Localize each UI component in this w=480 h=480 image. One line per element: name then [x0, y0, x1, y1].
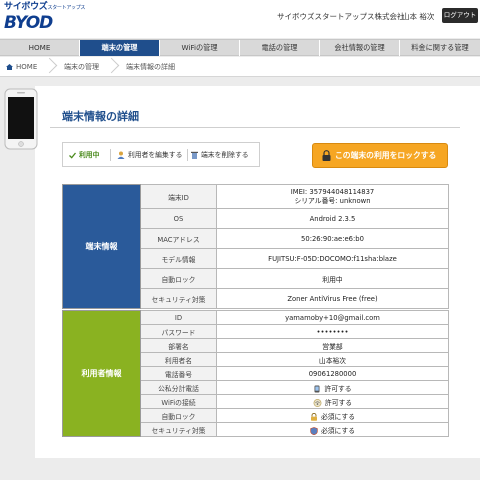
delete-device-link[interactable]: 端末を削除する	[191, 149, 249, 159]
delete-icon	[191, 151, 198, 159]
user-name[interactable]: 山本 裕次	[402, 11, 434, 22]
security-required-label: 必須にする	[320, 426, 356, 435]
nav-item-company[interactable]: 会社情報の管理	[320, 40, 400, 56]
row-label: WiFiの接続	[140, 394, 217, 409]
breadcrumb-separator	[44, 57, 52, 77]
table-row: 利用者情報 ID yamamoby+10@gmail.com	[62, 310, 449, 437]
user-section-header: 利用者情報	[62, 310, 141, 437]
security-value: Zoner AntiVirus Free (free)	[216, 288, 449, 309]
title-divider	[50, 127, 460, 128]
wifi-value: 許可する	[216, 394, 449, 409]
serial-value: シリアル番号: unknown	[294, 196, 371, 205]
lock-button-label: この端末の利用をロックする	[335, 151, 437, 160]
logout-button[interactable]: ログアウト	[442, 8, 478, 23]
status-indicator: 利用中	[69, 149, 99, 159]
breadcrumb-devices[interactable]: 端末の管理	[64, 57, 99, 77]
action-bar: 利用中 利用者を編集する 端末を削除する	[62, 142, 260, 167]
password-value: ••••••••	[216, 324, 449, 339]
split-billing-label: 許可する	[324, 384, 352, 393]
row-label: 部署名	[140, 338, 217, 353]
user-info-table: 利用者情報 ID yamamoby+10@gmail.com パスワード •••…	[62, 310, 449, 437]
user-edit-icon	[117, 151, 125, 159]
nav-item-home[interactable]: HOME	[0, 40, 80, 56]
imei-value: IMEI: 357944048114837	[290, 188, 375, 196]
status-label: 利用中	[79, 151, 100, 159]
mac-value: 50:26:90:ae:e6:b0	[216, 228, 449, 249]
row-label: MACアドレス	[140, 228, 217, 249]
shield-icon	[310, 426, 318, 435]
auto-lock-value: 利用中	[216, 268, 449, 289]
breadcrumb: HOME 端末の管理 端末情報の詳細	[0, 57, 480, 77]
nav-item-devices[interactable]: 端末の管理	[80, 40, 160, 56]
logo-top-text: サイボウズ	[4, 2, 48, 12]
row-label: セキュリティ対策	[140, 422, 217, 437]
main-nav: HOME 端末の管理 WiFiの管理 電話の管理 会社情報の管理 料金に関する管…	[0, 39, 480, 56]
smartphone-icon	[4, 88, 38, 150]
auto-lock-required-value: 必須にする	[216, 408, 449, 423]
company-name: サイボウズスタートアップス株式会社	[277, 12, 405, 21]
department-value: 営業部	[216, 338, 449, 353]
row-label: 利用者名	[140, 352, 217, 367]
lock-icon	[310, 412, 317, 421]
row-label: 自動ロック	[140, 268, 217, 289]
row-label: 端末ID	[140, 184, 217, 209]
action-separator	[110, 149, 111, 161]
device-section-header: 端末情報	[62, 184, 141, 309]
nav-item-phone[interactable]: 電話の管理	[240, 40, 320, 56]
action-separator	[187, 149, 188, 161]
delete-device-label: 端末を削除する	[201, 151, 249, 159]
row-label: セキュリティ対策	[140, 288, 217, 309]
table-row: 端末情報 端末ID IMEI: 357944048114837 シリアル番号: …	[62, 184, 449, 309]
row-label: 自動ロック	[140, 408, 217, 423]
row-label: パスワード	[140, 324, 217, 339]
edit-user-label: 利用者を編集する	[128, 151, 183, 159]
breadcrumb-current: 端末情報の詳細	[126, 63, 175, 71]
wifi-label: 許可する	[324, 398, 353, 407]
row-label: モデル情報	[140, 248, 217, 269]
lock-icon	[322, 150, 331, 161]
logo-bottom-text: BYOD	[4, 13, 53, 33]
row-label: 公私分計電話	[140, 380, 217, 395]
breadcrumb-separator	[106, 57, 114, 77]
device-id-value: IMEI: 357944048114837 シリアル番号: unknown	[216, 184, 449, 209]
auto-lock-required-label: 必須にする	[320, 412, 356, 421]
wifi-icon	[313, 398, 322, 407]
split-billing-value: 許可する	[216, 380, 449, 395]
phone-number-value: 09061280000	[216, 366, 449, 381]
check-icon	[69, 152, 76, 159]
device-info-table: 端末情報 端末ID IMEI: 357944048114837 シリアル番号: …	[62, 184, 449, 309]
row-label: 電話番号	[140, 366, 217, 381]
row-label: ID	[140, 310, 217, 325]
breadcrumb-home[interactable]: HOME	[16, 57, 37, 77]
logo-small-text: スタートアップス	[47, 5, 86, 11]
phone-icon	[314, 385, 320, 392]
nav-item-billing[interactable]: 料金に関する管理	[400, 40, 480, 56]
home-icon	[6, 64, 13, 70]
security-required-value: 必須にする	[216, 422, 449, 437]
model-value: FUJITSU:F-05D:DOCOMO:f11sha:blaze	[216, 248, 449, 269]
header: サイボウズスタートアップス BYOD サイボウズスタートアップス株式会社 山本 …	[0, 0, 480, 38]
edit-user-link[interactable]: 利用者を編集する	[117, 149, 182, 159]
user-name-value: 山本裕次	[216, 352, 449, 367]
byod-logo[interactable]: サイボウズスタートアップス BYOD	[4, 2, 85, 34]
page-title: 端末情報の詳細	[62, 110, 139, 123]
row-label: OS	[140, 208, 217, 229]
lock-device-button[interactable]: この端末の利用をロックする	[312, 143, 448, 168]
nav-item-wifi[interactable]: WiFiの管理	[160, 40, 240, 56]
user-id-value: yamamoby+10@gmail.com	[216, 310, 449, 325]
os-value: Android 2.3.5	[216, 208, 449, 229]
